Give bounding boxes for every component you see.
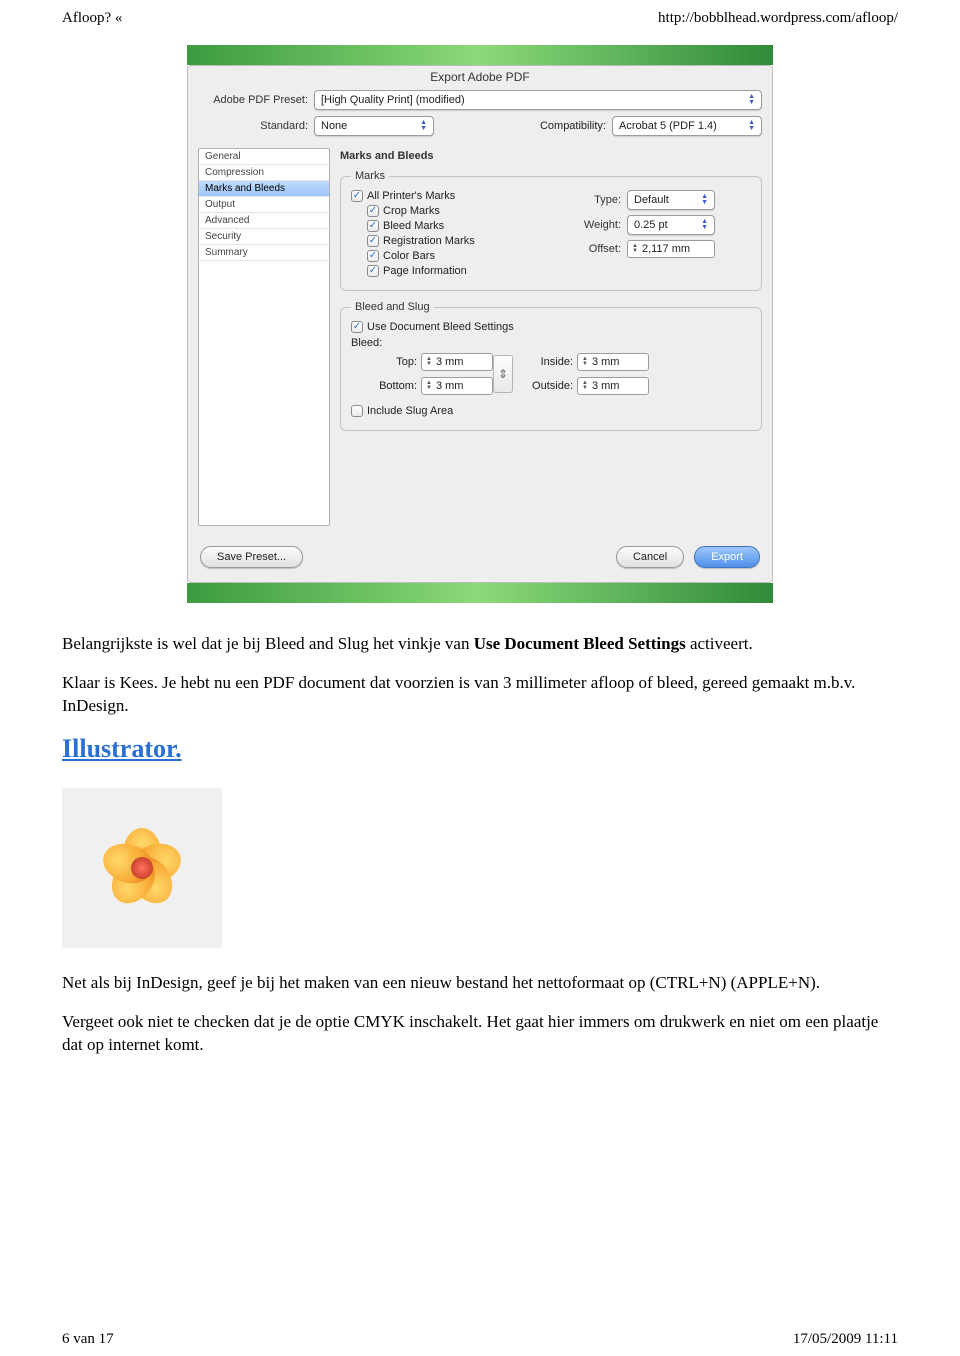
panel-title: Marks and Bleeds xyxy=(340,150,762,162)
article-p1: Belangrijkste is wel dat je bij Bleed an… xyxy=(62,633,898,656)
sidebar-item-general[interactable]: General xyxy=(199,149,329,165)
header-left: Afloop? « xyxy=(62,10,122,27)
section-heading-illustrator: Illustrator. xyxy=(62,734,898,764)
sidebar-item-output[interactable]: Output xyxy=(199,197,329,213)
compat-label: Compatibility: xyxy=(540,120,606,132)
footer-right: 17/05/2009 11:11 xyxy=(793,1331,898,1348)
link-values-button[interactable]: ⇕ xyxy=(493,355,513,393)
standard-combo[interactable]: None ▲▼ xyxy=(314,116,434,136)
footer-left: 6 van 17 xyxy=(62,1331,114,1348)
updown-icon: ▲▼ xyxy=(748,120,755,132)
type-combo[interactable]: Default ▲▼ xyxy=(627,190,715,210)
article-p3: Net als bij InDesign, geef je bij het ma… xyxy=(62,972,898,995)
preset-label: Adobe PDF Preset: xyxy=(198,94,308,106)
sidebar-item-advanced[interactable]: Advanced xyxy=(199,213,329,229)
bleed-outside-stepper[interactable]: ▲▼3 mm xyxy=(577,377,649,395)
updown-icon: ▲▼ xyxy=(748,94,755,106)
bleed-outside-label: Outside: xyxy=(517,380,577,392)
stepper-arrows-icon: ▲▼ xyxy=(632,244,638,254)
bleed-heading: Bleed: xyxy=(351,337,751,349)
compat-combo[interactable]: Acrobat 5 (PDF 1.4) ▲▼ xyxy=(612,116,762,136)
offset-stepper[interactable]: ▲▼ 2,117 mm xyxy=(627,240,715,258)
category-list[interactable]: General Compression Marks and Bleeds Out… xyxy=(198,148,330,526)
marks-group: Marks ✓All Printer's Marks ✓Crop Marks ✓… xyxy=(340,170,762,291)
cancel-button[interactable]: Cancel xyxy=(616,546,684,568)
weight-label: Weight: xyxy=(571,219,621,231)
dialog-title: Export Adobe PDF xyxy=(188,66,772,90)
checkbox-crop[interactable]: ✓ xyxy=(367,205,379,217)
sidebar-item-marks-bleeds[interactable]: Marks and Bleeds xyxy=(199,181,329,197)
checkbox-use-doc-bleed[interactable]: ✓ xyxy=(351,321,363,333)
updown-icon: ▲▼ xyxy=(701,219,708,231)
page-footer: 6 van 17 17/05/2009 11:11 xyxy=(62,1331,898,1348)
decorative-band-bottom xyxy=(187,583,773,603)
bleed-inside-stepper[interactable]: ▲▼3 mm xyxy=(577,353,649,371)
preset-combo[interactable]: [High Quality Print] (modified) ▲▼ xyxy=(314,90,762,110)
bleed-inside-label: Inside: xyxy=(517,356,577,368)
checkbox-bleed[interactable]: ✓ xyxy=(367,220,379,232)
dialog-screenshot: Export Adobe PDF Adobe PDF Preset: [High… xyxy=(62,45,898,603)
sidebar-item-compression[interactable]: Compression xyxy=(199,165,329,181)
bleed-top-stepper[interactable]: ▲▼3 mm xyxy=(421,353,493,371)
weight-combo[interactable]: 0.25 pt ▲▼ xyxy=(627,215,715,235)
type-label: Type: xyxy=(571,194,621,206)
illustrator-icon xyxy=(62,788,222,948)
checkbox-include-slug[interactable] xyxy=(351,405,363,417)
checkbox-pageinfo[interactable]: ✓ xyxy=(367,265,379,277)
article-p4: Vergeet ook niet te checken dat je de op… xyxy=(62,1011,898,1057)
preset-value: [High Quality Print] (modified) xyxy=(321,94,465,106)
offset-label: Offset: xyxy=(571,243,621,255)
sidebar-item-summary[interactable]: Summary xyxy=(199,245,329,261)
bleed-bottom-stepper[interactable]: ▲▼3 mm xyxy=(421,377,493,395)
compat-value: Acrobat 5 (PDF 1.4) xyxy=(619,120,717,132)
page-header: Afloop? « http://bobblhead.wordpress.com… xyxy=(62,10,898,27)
bleed-bottom-label: Bottom: xyxy=(361,380,421,392)
save-preset-button[interactable]: Save Preset... xyxy=(200,546,303,568)
bleed-top-label: Top: xyxy=(361,356,421,368)
checkbox-all-printers[interactable]: ✓ xyxy=(351,190,363,202)
standard-value: None xyxy=(321,120,347,132)
updown-icon: ▲▼ xyxy=(420,120,427,132)
article-body: Belangrijkste is wel dat je bij Bleed an… xyxy=(62,633,898,1057)
article-p2: Klaar is Kees. Je hebt nu een PDF docume… xyxy=(62,672,898,718)
export-pdf-dialog: Export Adobe PDF Adobe PDF Preset: [High… xyxy=(187,65,773,583)
bleed-slug-group: Bleed and Slug ✓Use Document Bleed Setti… xyxy=(340,301,762,431)
export-button[interactable]: Export xyxy=(694,546,760,568)
checkbox-registration[interactable]: ✓ xyxy=(367,235,379,247)
bleedslug-legend: Bleed and Slug xyxy=(351,301,434,313)
standard-label: Standard: xyxy=(198,120,308,132)
marks-legend: Marks xyxy=(351,170,389,182)
sidebar-item-security[interactable]: Security xyxy=(199,229,329,245)
header-right: http://bobblhead.wordpress.com/afloop/ xyxy=(658,10,898,27)
decorative-band-top xyxy=(187,45,773,65)
updown-icon: ▲▼ xyxy=(701,194,708,206)
checkbox-colorbars[interactable]: ✓ xyxy=(367,250,379,262)
